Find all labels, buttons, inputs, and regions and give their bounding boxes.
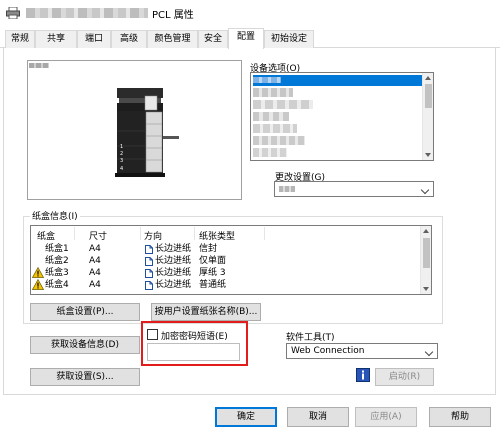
column-divider — [74, 227, 75, 240]
tray-size: A4 — [89, 280, 101, 290]
ok-button[interactable]: 确定 — [215, 407, 277, 427]
redacted-option[interactable] — [253, 112, 289, 121]
redacted-option[interactable] — [253, 148, 287, 157]
start-button[interactable]: 启动(R) — [375, 368, 434, 386]
column-divider — [194, 227, 195, 240]
portrait-page-icon — [145, 245, 153, 254]
redacted-option[interactable] — [253, 124, 297, 133]
portrait-page-icon — [145, 281, 153, 290]
column-header-paper-type[interactable]: 纸张类型 — [199, 229, 235, 242]
cancel-button[interactable]: 取消 — [287, 407, 349, 427]
software-tools-select[interactable]: Web Connection — [286, 343, 438, 359]
tray-size: A4 — [89, 268, 101, 278]
printer-image: 1 2 3 4 — [115, 88, 179, 177]
user-paper-name-button[interactable]: 按用户设置纸张名称(B)... — [151, 303, 261, 321]
tray-paper-type: 信封 — [199, 244, 218, 254]
chevron-down-icon — [420, 185, 430, 195]
table-row[interactable]: 纸盒4 A4 长边进纸 普通纸 — [31, 279, 421, 291]
column-header-tray[interactable]: 纸盒 — [37, 229, 55, 242]
window-title: PCL 属性 — [152, 10, 194, 21]
portrait-page-icon — [145, 257, 153, 266]
column-divider — [140, 227, 141, 240]
tray-settings-button[interactable]: 纸盒设置(P)... — [30, 303, 140, 321]
apply-button[interactable]: 应用(A) — [355, 407, 417, 427]
device-options-list[interactable] — [250, 72, 434, 161]
tab-label: 安全 — [203, 34, 222, 44]
tray-name: 纸盒1 — [45, 244, 69, 254]
tab-label: 高级 — [119, 34, 138, 44]
help-button[interactable]: 帮助 — [429, 407, 491, 427]
paper-tray-table[interactable]: 纸盒 尺寸 方向 纸张类型 纸盒1 A4 长边进纸 信封 纸盒2 A4 长边进纸… — [30, 225, 432, 295]
tray-orientation: 长边进纸 — [155, 280, 192, 290]
column-divider — [264, 227, 265, 240]
software-tools-label: 软件工具(T) — [286, 333, 335, 343]
get-device-info-button[interactable]: 获取设备信息(D) — [30, 336, 140, 354]
svg-text:1: 1 — [120, 144, 123, 150]
tray-orientation: 长边进纸 — [155, 268, 192, 278]
tray-name: 纸盒3 — [45, 268, 69, 278]
svg-text:4: 4 — [120, 166, 123, 172]
tab-configure[interactable]: 配置 — [228, 28, 264, 49]
tab-label: 共享 — [46, 34, 65, 44]
change-setting-select[interactable] — [274, 181, 434, 197]
scroll-down-icon[interactable] — [425, 153, 431, 157]
paper-tray-label: 纸盒信息(I) — [30, 209, 80, 222]
scroll-up-icon[interactable] — [425, 76, 431, 80]
redacted-option — [253, 77, 281, 83]
printer-icon — [6, 7, 20, 19]
svg-text:2: 2 — [120, 151, 123, 157]
tab-ports[interactable]: 端口 — [77, 30, 111, 48]
chevron-down-icon — [424, 347, 434, 357]
table-row[interactable]: 纸盒1 A4 长边进纸 信封 — [31, 243, 421, 255]
scroll-up-icon[interactable] — [423, 229, 429, 233]
redacted-option[interactable] — [253, 136, 305, 145]
table-row[interactable]: 纸盒2 A4 长边进纸 仅单面 — [31, 255, 421, 267]
redacted-option[interactable] — [253, 88, 293, 97]
table-row[interactable]: 纸盒3 A4 长边进纸 厚纸 3 — [31, 267, 421, 279]
tray-name: 纸盒2 — [45, 256, 69, 266]
tab-advanced[interactable]: 高级 — [111, 30, 147, 48]
tray-paper-type: 厚纸 3 — [199, 268, 226, 278]
column-header-orientation[interactable]: 方向 — [144, 229, 162, 242]
tab-general[interactable]: 常规 — [5, 30, 35, 48]
scroll-thumb[interactable] — [423, 238, 430, 268]
redacted-value — [279, 186, 295, 192]
portrait-page-icon — [145, 269, 153, 278]
tab-label: 初始设定 — [270, 34, 307, 44]
scroll-thumb[interactable] — [425, 84, 432, 108]
highlight-box — [141, 321, 248, 366]
tab-label: 端口 — [84, 34, 103, 44]
tab-label: 配置 — [236, 32, 255, 42]
tray-orientation: 长边进纸 — [155, 244, 192, 254]
tray-paper-type: 仅单面 — [199, 256, 227, 266]
tab-label: 颜色管理 — [154, 34, 191, 44]
get-settings-button[interactable]: 获取设置(S)... — [30, 368, 140, 386]
software-tools-value: Web Connection — [291, 346, 365, 356]
tab-security[interactable]: 安全 — [198, 30, 228, 48]
tab-color-management[interactable]: 颜色管理 — [147, 30, 198, 48]
warning-triangle-icon — [32, 267, 44, 278]
tray-size: A4 — [89, 256, 101, 266]
tab-sharing[interactable]: 共享 — [35, 30, 77, 48]
tray-name: 纸盒4 — [45, 280, 69, 290]
tray-paper-type: 普通纸 — [199, 280, 227, 290]
redacted-option[interactable] — [253, 100, 313, 109]
paper-tray-scrollbar[interactable] — [420, 226, 431, 294]
redacted-model-name — [29, 63, 49, 68]
info-icon[interactable] — [356, 368, 370, 382]
tray-orientation: 长边进纸 — [155, 256, 192, 266]
svg-text:3: 3 — [120, 158, 123, 164]
tab-initial-settings[interactable]: 初始设定 — [264, 30, 314, 48]
tab-label: 常规 — [10, 34, 29, 44]
warning-triangle-icon — [32, 279, 44, 290]
column-header-size[interactable]: 尺寸 — [89, 229, 107, 242]
scroll-down-icon[interactable] — [423, 287, 429, 291]
options-scrollbar[interactable] — [422, 73, 433, 160]
redacted-printer-name — [26, 8, 148, 18]
tray-size: A4 — [89, 244, 101, 254]
